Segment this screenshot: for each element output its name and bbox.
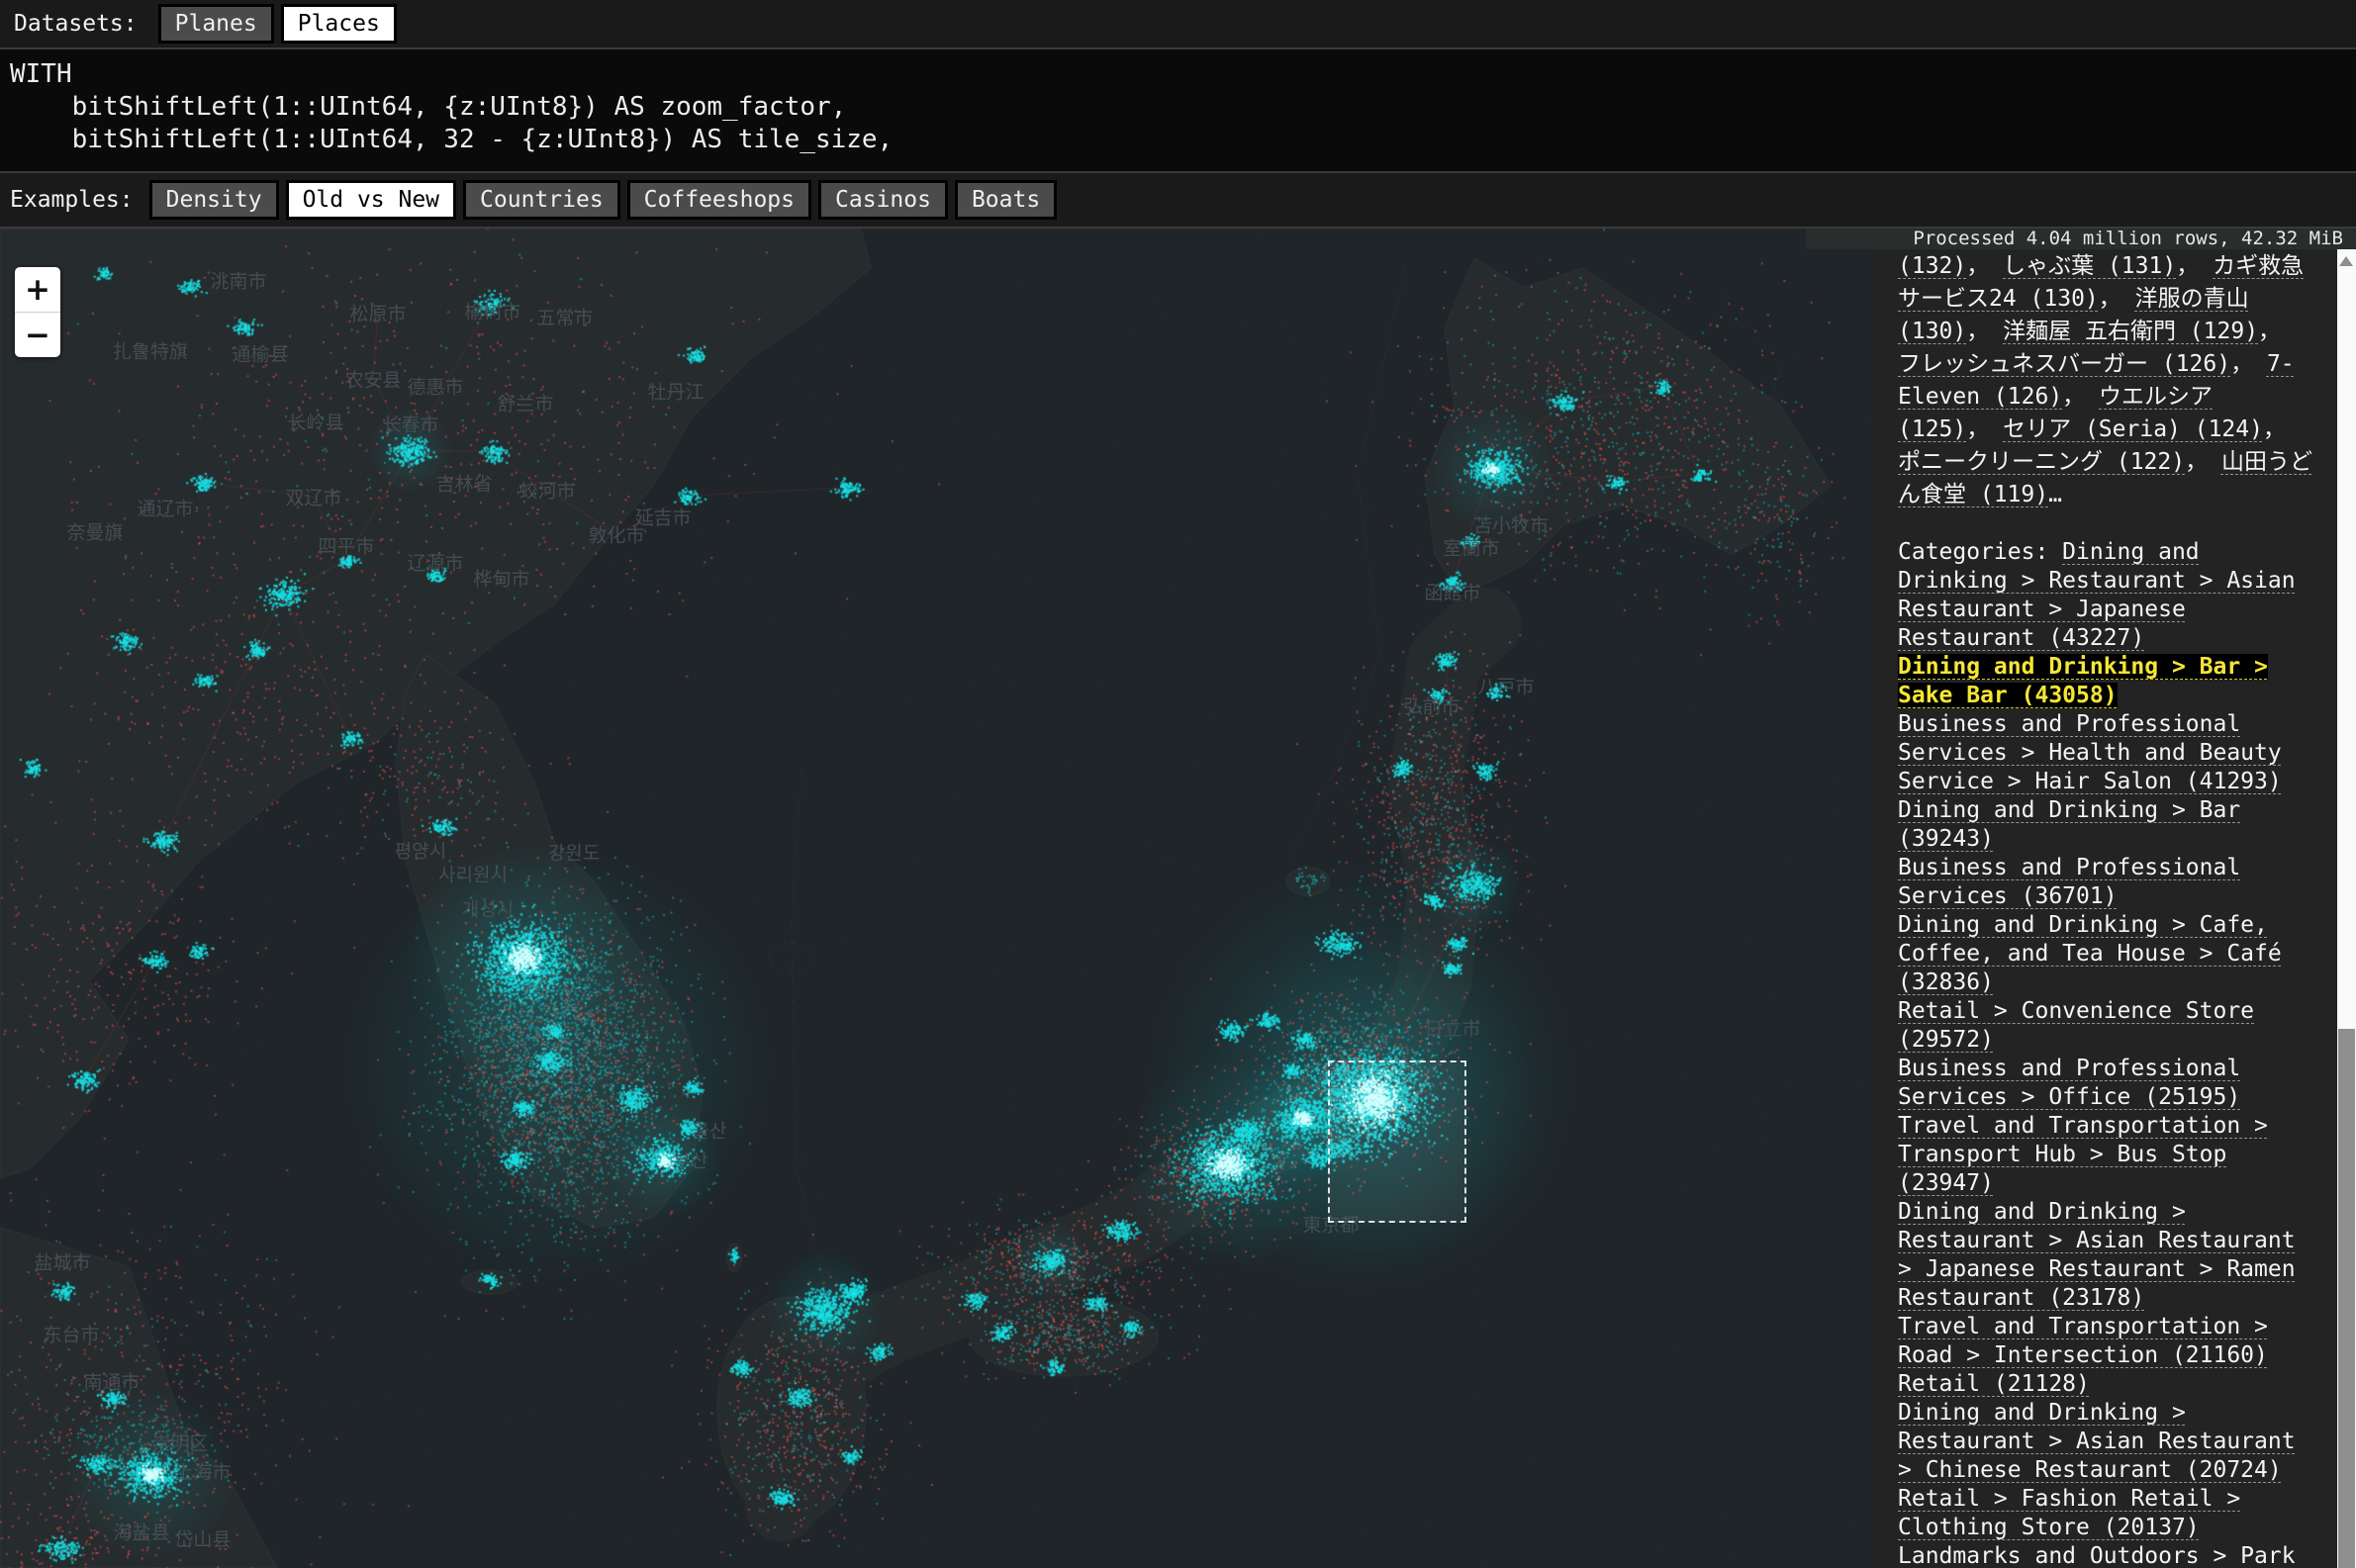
datasets-label: Datasets: [14, 11, 138, 37]
brand-link[interactable]: フレッシュネスバーガー (126) [1898, 351, 2230, 377]
example-button-countries[interactable]: Countries [463, 180, 620, 220]
category-link[interactable]: Retail (21128) [1898, 1371, 2090, 1397]
category-link[interactable]: Retail > Fashion Retail > Clothing Store… [1898, 1486, 2240, 1540]
dataset-button-planes[interactable]: Planes [158, 4, 274, 44]
sql-query-editor[interactable]: WITH bitShiftLeft(1::UInt64, {z:UInt8}) … [0, 49, 2356, 173]
brand-link[interactable]: ポニークリーニング (122) [1898, 449, 2185, 475]
datasets-toolbar: Datasets: PlanesPlaces [0, 0, 2356, 49]
category-link[interactable]: Dining and Drinking > Bar (39243) [1898, 797, 2240, 852]
map-points-canvas[interactable] [0, 229, 1875, 1568]
category-link[interactable]: Business and Professional Services (3670… [1898, 855, 2240, 909]
examples-label: Examples: [10, 187, 134, 213]
scrollbar-thumb[interactable] [2338, 1029, 2355, 1568]
sidebar-scrollbar[interactable] [2337, 249, 2356, 1568]
examples-toolbar: Examples: DensityOld vs NewCountriesCoff… [0, 173, 2356, 229]
category-link[interactable]: Landmarks and Outdoors > Park (19498) [1898, 1543, 2296, 1568]
zoom-out-button[interactable]: − [15, 312, 60, 357]
example-button-casinos[interactable]: Casinos [818, 180, 948, 220]
example-button-boats[interactable]: Boats [955, 180, 1057, 220]
category-link[interactable]: Business and Professional Services > Off… [1898, 1056, 2240, 1110]
brand-link[interactable]: 洋麺屋 五右衛門 (129) [2003, 319, 2258, 344]
scrollbar-up-arrow-icon[interactable] [2339, 256, 2353, 266]
map-zoom-control: + − [15, 267, 60, 357]
zoom-in-button[interactable]: + [15, 267, 60, 312]
examples-button-group: DensityOld vs NewCountriesCoffeeshopsCas… [149, 180, 1065, 220]
category-link[interactable]: Travel and Transportation > Transport Hu… [1898, 1113, 2268, 1196]
brands-list: (132)， しゃぶ葉 (131)， カギ救急サービス24 (130)， 洋服の… [1898, 250, 2313, 511]
category-link[interactable]: Dining and Drinking > Restaurant > Asian… [1898, 1199, 2296, 1311]
categories-prefix: Categories: [1898, 539, 2062, 565]
map-selection-rectangle [1328, 1061, 1466, 1223]
results-sidebar: Processed 4.04 million rows, 42.32 MiB (… [1875, 229, 2356, 1568]
query-status-text: Processed 4.04 million rows, 42.32 MiB [1806, 229, 2356, 249]
category-link-highlighted[interactable]: Dining and Drinking > Bar > Sake Bar (43… [1898, 654, 2268, 708]
category-link[interactable]: Travel and Transportation > Road > Inter… [1898, 1314, 2268, 1368]
dataset-button-places[interactable]: Places [281, 4, 397, 44]
example-button-density[interactable]: Density [149, 180, 279, 220]
example-button-old-vs-new[interactable]: Old vs New [286, 180, 456, 220]
brand-link[interactable]: セリア (Seria) (124) [2003, 416, 2263, 442]
category-link[interactable]: Retail > Convenience Store (29572) [1898, 998, 2254, 1053]
brand-link[interactable]: しゃぶ葉 (131) [2003, 253, 2176, 279]
category-link[interactable]: Dining and Drinking > Cafe, Coffee, and … [1898, 912, 2282, 995]
datasets-button-group: PlanesPlaces [158, 4, 404, 44]
map-viewport[interactable]: 洮南市松原市榆树市五常市扎鲁特旗通榆县农安县德惠市舒兰市长岭县长春市吉林省蛟河市… [0, 229, 1875, 1568]
category-link[interactable]: Business and Professional Services > Hea… [1898, 711, 2282, 794]
results-text-panel: (132)， しゃぶ葉 (131)， カギ救急サービス24 (130)， 洋服の… [1898, 250, 2313, 1568]
brand-link[interactable]: (132) [1898, 253, 1966, 279]
category-link[interactable]: Dining and Drinking > Restaurant > Asian… [1898, 1400, 2296, 1483]
categories-list: Categories: Dining and Drinking > Restau… [1898, 538, 2313, 1568]
example-button-coffeeshops[interactable]: Coffeeshops [627, 180, 811, 220]
